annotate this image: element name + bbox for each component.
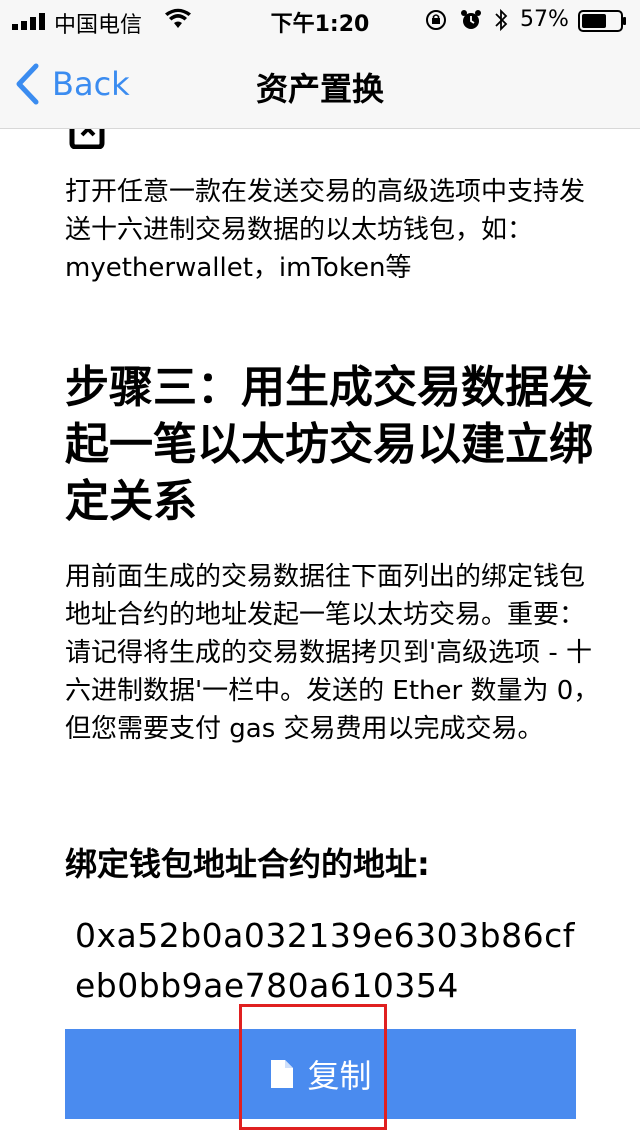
bluetooth-icon	[495, 8, 508, 32]
copy-button-label: 复制	[307, 1057, 372, 1095]
contract-address-label: 绑定钱包地址合约的地址:	[65, 845, 430, 883]
battery-percentage: 57%	[520, 7, 569, 32]
status-bar: 中国电信 下午1:20 57%	[0, 0, 640, 40]
page-title: 资产置换	[255, 70, 384, 108]
battery-icon	[578, 10, 626, 32]
navigation-bar: Back 资产置换	[0, 40, 640, 129]
main-content: 打开任意一款在发送交易的高级选项中支持发送十六进制交易数据的以太坊钱包，如：my…	[0, 129, 640, 1136]
file-icon	[271, 1060, 294, 1088]
document-icon	[69, 129, 105, 149]
step-three-heading: 步骤三：用生成交易数据发起一笔以太坊交易以建立绑定关系	[65, 362, 593, 527]
contract-address-value[interactable]: 0xa52b0a032139e6303b86cfeb0bb9ae780a6103…	[75, 911, 575, 1011]
orientation-lock-icon	[426, 10, 446, 30]
alarm-clock-icon	[461, 10, 481, 29]
step-three-description: 用前面生成的交易数据往下面列出的绑定钱包地址合约的地址发起一笔以太坊交易。重要：…	[65, 562, 600, 744]
wallet-hint-text: 打开任意一款在发送交易的高级选项中支持发送十六进制交易数据的以太坊钱包，如：my…	[65, 177, 586, 283]
copy-button[interactable]: 复制	[65, 1029, 576, 1119]
